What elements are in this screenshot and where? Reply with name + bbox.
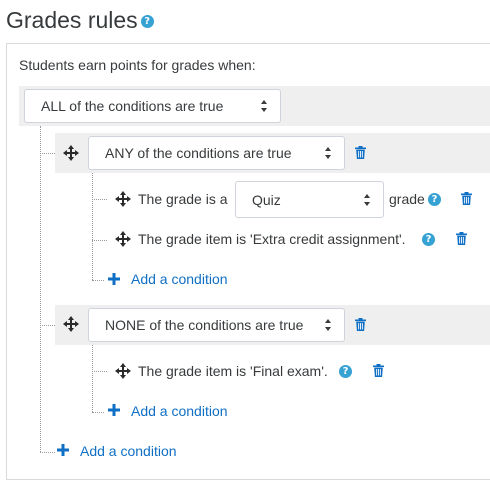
plus-icon[interactable] — [57, 444, 69, 456]
tree-branch-none-rule1 — [92, 371, 107, 372]
question-circle-icon[interactable]: ? — [140, 15, 154, 28]
any-operator-value: ANY of the conditions are true — [105, 145, 292, 161]
chevron-updown-icon — [325, 147, 332, 159]
rule-grade-item-text: The grade item is 'Final exam'. — [138, 363, 328, 379]
tree-branch-any-add — [92, 280, 104, 281]
tree-branch-none — [40, 325, 55, 326]
root-operator-select[interactable]: ALL of the conditions are true — [24, 89, 281, 123]
move-arrows-icon[interactable] — [115, 363, 131, 379]
trash-icon[interactable] — [355, 146, 366, 159]
trash-icon[interactable] — [355, 318, 366, 331]
tree-branch-any — [40, 153, 55, 154]
trash-icon[interactable] — [461, 192, 472, 205]
question-circle-icon[interactable]: ? — [422, 233, 435, 246]
question-circle-icon[interactable]: ? — [428, 193, 441, 206]
tree-branch-any-rule1 — [92, 199, 107, 200]
tree-branch-none-add — [92, 412, 104, 413]
rule-grade-type-prefix: The grade is a — [138, 191, 228, 207]
move-arrows-icon[interactable] — [63, 316, 79, 332]
tree-branch-root-add — [40, 452, 55, 453]
plus-icon[interactable] — [108, 273, 120, 285]
add-condition-link-none[interactable]: Add a condition — [131, 402, 228, 420]
tree-line-root — [40, 126, 41, 452]
plus-icon[interactable] — [108, 404, 120, 416]
move-arrows-icon[interactable] — [63, 145, 79, 161]
add-condition-link-any[interactable]: Add a condition — [131, 270, 228, 288]
any-operator-select[interactable]: ANY of the conditions are true — [88, 136, 345, 170]
none-operator-select[interactable]: NONE of the conditions are true — [88, 308, 345, 342]
chevron-updown-icon — [261, 100, 268, 112]
grade-type-select[interactable]: Quiz — [235, 181, 384, 218]
trash-icon[interactable] — [456, 232, 467, 245]
move-arrows-icon[interactable] — [115, 191, 131, 207]
page-title: Grades rules ? — [6, 4, 154, 36]
none-operator-value: NONE of the conditions are true — [105, 317, 304, 333]
add-condition-link-root[interactable]: Add a condition — [80, 442, 177, 460]
intro-text: Students earn points for grades when: — [19, 57, 256, 73]
rule-grade-type-suffix: grade — [389, 191, 425, 207]
root-operator-value: ALL of the conditions are true — [41, 98, 224, 114]
chevron-updown-icon — [364, 193, 371, 206]
tree-line-none — [92, 345, 93, 412]
trash-icon[interactable] — [373, 364, 384, 377]
rule-grade-item-text: The grade item is 'Extra credit assignme… — [138, 231, 406, 247]
grade-type-value: Quiz — [252, 191, 281, 208]
chevron-updown-icon — [325, 319, 332, 331]
question-circle-icon[interactable]: ? — [339, 365, 352, 378]
page-title-text: Grades rules — [6, 7, 138, 33]
move-arrows-icon[interactable] — [115, 231, 131, 247]
tree-branch-any-rule2 — [92, 240, 107, 241]
tree-line-any — [92, 173, 93, 280]
